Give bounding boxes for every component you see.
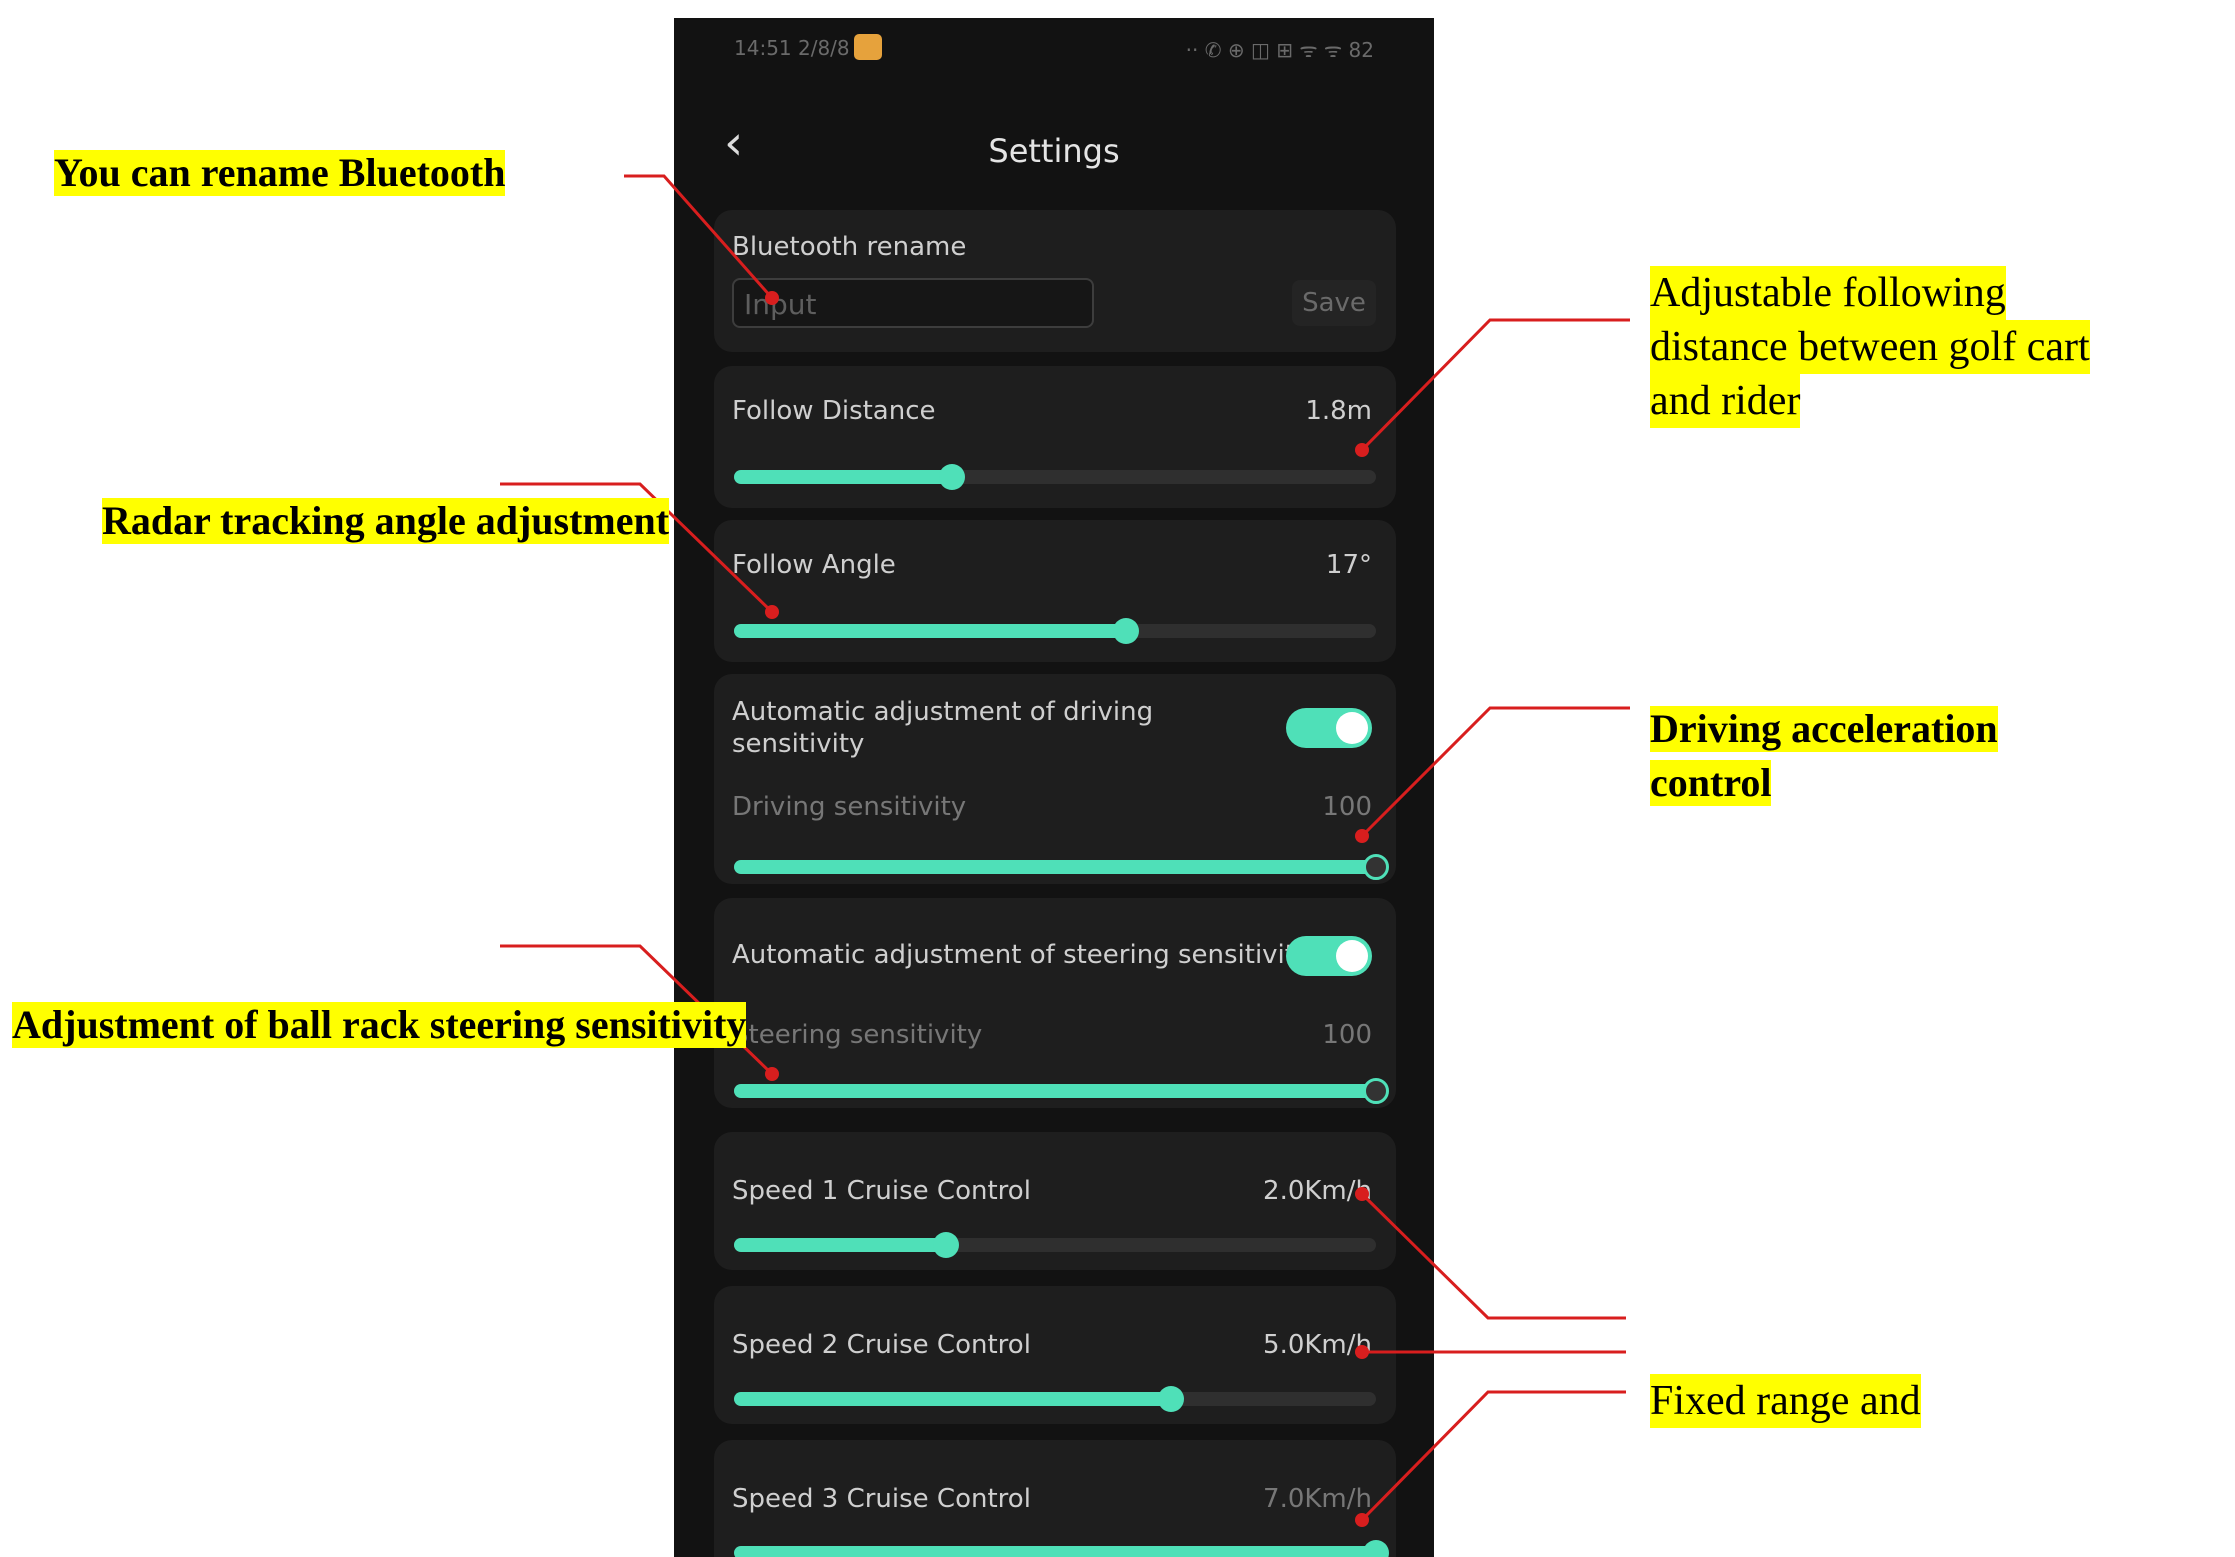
steering-sensitivity-label: Steering sensitivity [732,1020,983,1050]
driving-sensitivity-slider[interactable] [734,854,1389,880]
auto-driving-toggle[interactable] [1286,708,1372,748]
follow-distance-card: Follow Distance 1.8m [714,366,1396,508]
toggle-knob [1336,712,1368,744]
steering-sensitivity-card: Automatic adjustment of steering sensiti… [714,898,1396,1108]
auto-driving-label: Automatic adjustment of driving sensitiv… [732,697,1154,759]
steering-sensitivity-value: 100 [1322,1020,1372,1050]
status-time: 14:51 2/8/8 [734,36,850,60]
status-bar: 14:51 2/8/8 ·· ✆ ⊕ ◫ ⊞ ᯤ ᯤ 82 [674,18,1434,76]
top-bar: ‹ Settings [674,98,1434,198]
follow-angle-card: Follow Angle 17° [714,520,1396,662]
speed3-cruise-label: Speed 3 Cruise Control [732,1484,1031,1514]
driving-sensitivity-value: 100 [1322,792,1372,822]
driving-sensitivity-label: Driving sensitivity [732,792,967,822]
steering-sensitivity-slider[interactable] [734,1078,1389,1104]
slider-fill [734,1084,1376,1098]
status-icons: ·· ✆ ⊕ ◫ ⊞ ᯤ ᯤ 82 [1185,38,1374,62]
slider-fill [734,860,1376,874]
follow-angle-value: 17° [1325,550,1372,580]
callout-distance-line1: Adjustable following [1650,266,2006,320]
follow-distance-value: 1.8m [1305,396,1372,426]
callout-radar-angle: Radar tracking angle adjustment [102,498,670,544]
callout-accel-line1: Driving acceleration [1650,706,1998,752]
slider-thumb[interactable] [1363,1078,1389,1104]
callout-distance-line3: and rider [1650,374,1801,428]
callout-steering-sensitivity: Adjustment of ball rack steering sensiti… [12,1002,747,1048]
speed2-cruise-slider[interactable] [734,1386,1376,1412]
speed2-cruise-label: Speed 2 Cruise Control [732,1330,1031,1360]
slider-fill [734,1546,1376,1557]
slider-thumb[interactable] [1363,1540,1389,1557]
speed3-cruise-value: 7.0Km/h [1263,1484,1372,1514]
page-title: Settings [988,132,1120,170]
speed1-cruise-card: Speed 1 Cruise Control 2.0Km/h [714,1132,1396,1270]
callout-fixed-range: Fixed range and [1650,1374,1921,1428]
bluetooth-rename-label: Bluetooth rename [732,232,967,262]
auto-steering-label: Automatic adjustment of steering sensiti… [732,940,1311,970]
driving-sensitivity-card: Automatic adjustment of driving sensitiv… [714,674,1396,884]
slider-fill [734,470,953,484]
slider-fill [734,624,1126,638]
callout-accel-line2: control [1650,760,1772,806]
callout-rename-bluetooth: You can rename Bluetooth [54,150,506,196]
slider-fill [734,1238,946,1252]
speed1-cruise-label: Speed 1 Cruise Control [732,1176,1031,1206]
bluetooth-rename-card: Bluetooth rename Input Save [714,210,1396,352]
speed1-cruise-slider[interactable] [734,1232,1376,1258]
slider-thumb[interactable] [939,464,966,490]
auto-steering-toggle[interactable] [1286,936,1372,976]
slider-thumb[interactable] [932,1232,959,1258]
speed2-cruise-card: Speed 2 Cruise Control 5.0Km/h [714,1286,1396,1424]
speed3-cruise-card: Speed 3 Cruise Control 7.0Km/h [714,1440,1396,1557]
bluetooth-name-input[interactable]: Input [732,278,1094,328]
speed2-cruise-value: 5.0Km/h [1263,1330,1372,1360]
slider-thumb[interactable] [1363,854,1389,880]
toggle-knob [1336,940,1368,972]
follow-angle-slider[interactable] [734,618,1376,644]
follow-angle-label: Follow Angle [732,550,896,580]
slider-thumb[interactable] [1157,1386,1184,1412]
callout-distance-line2: distance between golf cart [1650,320,2090,374]
follow-distance-slider[interactable] [734,464,1376,490]
follow-distance-label: Follow Distance [732,396,936,426]
speed3-cruise-slider[interactable] [734,1540,1389,1557]
slider-thumb[interactable] [1112,618,1139,644]
phone-screen: 14:51 2/8/8 ·· ✆ ⊕ ◫ ⊞ ᯤ ᯤ 82 ‹ Settings… [674,18,1434,1557]
speed1-cruise-value: 2.0Km/h [1263,1176,1372,1206]
notification-badge-icon [854,34,882,60]
save-button[interactable]: Save [1292,280,1376,326]
slider-fill [734,1392,1171,1406]
